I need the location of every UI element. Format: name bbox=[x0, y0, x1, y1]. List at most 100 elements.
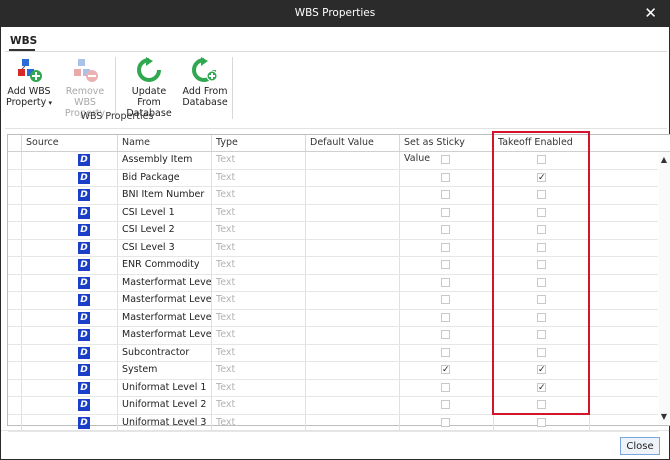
type-cell[interactable]: Text bbox=[212, 187, 306, 204]
ribbon-tab-wbs[interactable]: WBS bbox=[10, 35, 37, 47]
table-row[interactable]: D System Text ✓ ✓ bbox=[8, 362, 658, 380]
default-value-cell[interactable] bbox=[306, 239, 400, 256]
default-value-cell[interactable] bbox=[306, 152, 400, 169]
column-header-default-value[interactable]: Default Value bbox=[306, 135, 400, 151]
column-header-source[interactable]: Source bbox=[22, 135, 118, 151]
default-value-cell[interactable] bbox=[306, 397, 400, 414]
name-cell[interactable]: CSI Level 2 bbox=[118, 222, 212, 239]
table-row[interactable]: D CSI Level 3 Text bbox=[8, 239, 658, 257]
row-selector[interactable] bbox=[8, 187, 22, 204]
default-value-cell[interactable] bbox=[306, 257, 400, 274]
takeoff-enabled-checkbox[interactable]: ✓ bbox=[537, 172, 546, 182]
name-cell[interactable]: ENR Commodity bbox=[118, 257, 212, 274]
type-cell[interactable]: Text bbox=[212, 222, 306, 239]
row-selector[interactable] bbox=[8, 362, 22, 379]
name-cell[interactable]: Masterformat Level... bbox=[118, 292, 212, 309]
table-row[interactable]: D Uniformat Level 2 Text bbox=[8, 397, 658, 415]
row-selector[interactable] bbox=[8, 344, 22, 361]
takeoff-enabled-checkbox[interactable]: ✓ bbox=[537, 382, 546, 392]
table-row[interactable]: D Uniformat Level 1 Text ✓ bbox=[8, 379, 658, 397]
name-cell[interactable]: System bbox=[118, 362, 212, 379]
table-row[interactable]: D CSI Level 2 Text bbox=[8, 222, 658, 240]
sticky-value-checkbox[interactable] bbox=[441, 277, 450, 287]
row-selector[interactable] bbox=[8, 397, 22, 414]
close-icon[interactable]: ✕ bbox=[644, 4, 657, 22]
sticky-value-checkbox[interactable] bbox=[441, 260, 450, 269]
name-cell[interactable]: Assembly Item bbox=[118, 152, 212, 169]
default-value-cell[interactable] bbox=[306, 169, 400, 186]
update-from-database-button[interactable]: Update From Database bbox=[119, 57, 179, 119]
table-row[interactable]: D Masterformat Level...Text bbox=[8, 309, 658, 327]
name-cell[interactable]: Masterformat Level... bbox=[118, 274, 212, 291]
sticky-value-checkbox[interactable] bbox=[441, 295, 450, 304]
table-row[interactable]: D Masterformat Level...Text bbox=[8, 327, 658, 345]
default-value-cell[interactable] bbox=[306, 309, 400, 326]
type-cell[interactable]: Text bbox=[212, 344, 306, 361]
type-cell[interactable]: Text bbox=[212, 274, 306, 291]
default-value-cell[interactable] bbox=[306, 344, 400, 361]
name-cell[interactable]: Subcontractor bbox=[118, 344, 212, 361]
type-cell[interactable]: Text bbox=[212, 414, 306, 431]
default-value-cell[interactable] bbox=[306, 414, 400, 431]
row-selector[interactable] bbox=[8, 222, 22, 239]
sticky-value-checkbox[interactable] bbox=[441, 347, 450, 357]
takeoff-enabled-checkbox[interactable] bbox=[537, 155, 546, 164]
takeoff-enabled-checkbox[interactable]: ✓ bbox=[537, 365, 546, 375]
row-selector[interactable] bbox=[8, 274, 22, 291]
table-row[interactable]: D Masterformat Level...Text bbox=[8, 292, 658, 310]
type-cell[interactable]: Text bbox=[212, 309, 306, 326]
sticky-value-checkbox[interactable] bbox=[441, 207, 450, 217]
name-cell[interactable]: Uniformat Level 2 bbox=[118, 397, 212, 414]
type-cell[interactable]: Text bbox=[212, 362, 306, 379]
name-cell[interactable]: Bid Package bbox=[118, 169, 212, 186]
name-cell[interactable]: Masterformat Level... bbox=[118, 327, 212, 344]
takeoff-enabled-checkbox[interactable] bbox=[537, 242, 546, 252]
remove-wbs-property-button[interactable]: Remove WBS Property bbox=[56, 57, 114, 119]
name-cell[interactable]: BNI Item Number bbox=[118, 187, 212, 204]
default-value-cell[interactable] bbox=[306, 274, 400, 291]
table-row[interactable]: D Assembly Item Text bbox=[8, 152, 658, 170]
takeoff-enabled-checkbox[interactable] bbox=[537, 417, 546, 427]
add-from-database-button[interactable]: Add From Database bbox=[181, 57, 229, 108]
takeoff-enabled-checkbox[interactable] bbox=[537, 207, 546, 217]
row-selector[interactable] bbox=[8, 204, 22, 221]
sticky-value-checkbox[interactable] bbox=[441, 225, 450, 234]
sticky-value-checkbox[interactable] bbox=[441, 242, 450, 252]
type-cell[interactable]: Text bbox=[212, 292, 306, 309]
default-value-cell[interactable] bbox=[306, 327, 400, 344]
takeoff-enabled-checkbox[interactable] bbox=[537, 277, 546, 287]
vertical-scrollbar[interactable] bbox=[659, 152, 670, 424]
sticky-value-checkbox[interactable] bbox=[441, 190, 450, 199]
column-header-sticky-value[interactable]: Set as Sticky Value bbox=[400, 135, 494, 164]
column-header-takeoff-enabled[interactable]: Takeoff Enabled bbox=[494, 135, 590, 151]
row-selector[interactable] bbox=[8, 327, 22, 344]
default-value-cell[interactable] bbox=[306, 204, 400, 221]
takeoff-enabled-checkbox[interactable] bbox=[537, 190, 546, 199]
type-cell[interactable]: Text bbox=[212, 257, 306, 274]
default-value-cell[interactable] bbox=[306, 379, 400, 396]
row-selector[interactable] bbox=[8, 309, 22, 326]
sticky-value-checkbox[interactable] bbox=[441, 330, 450, 339]
takeoff-enabled-checkbox[interactable] bbox=[537, 312, 546, 322]
name-cell[interactable]: CSI Level 3 bbox=[118, 239, 212, 256]
row-selector[interactable] bbox=[8, 239, 22, 256]
takeoff-enabled-checkbox[interactable] bbox=[537, 295, 546, 304]
type-cell[interactable]: Text bbox=[212, 169, 306, 186]
name-cell[interactable]: CSI Level 1 bbox=[118, 204, 212, 221]
sticky-value-checkbox[interactable] bbox=[441, 382, 450, 392]
sticky-value-checkbox[interactable] bbox=[441, 155, 450, 164]
sticky-value-checkbox[interactable]: ✓ bbox=[441, 365, 450, 375]
row-selector[interactable] bbox=[8, 152, 22, 169]
default-value-cell[interactable] bbox=[306, 222, 400, 239]
type-cell[interactable]: Text bbox=[212, 397, 306, 414]
takeoff-enabled-checkbox[interactable] bbox=[537, 400, 546, 409]
table-row[interactable]: D Masterformat Level...Text bbox=[8, 274, 658, 292]
row-selector[interactable] bbox=[8, 414, 22, 431]
table-row[interactable]: D Subcontractor Text bbox=[8, 344, 658, 362]
default-value-cell[interactable] bbox=[306, 292, 400, 309]
close-button[interactable]: Close bbox=[620, 437, 660, 455]
default-value-cell[interactable] bbox=[306, 187, 400, 204]
name-cell[interactable]: Uniformat Level 3 bbox=[118, 414, 212, 431]
type-cell[interactable]: Text bbox=[212, 204, 306, 221]
table-row[interactable]: D ENR Commodity Text bbox=[8, 257, 658, 275]
